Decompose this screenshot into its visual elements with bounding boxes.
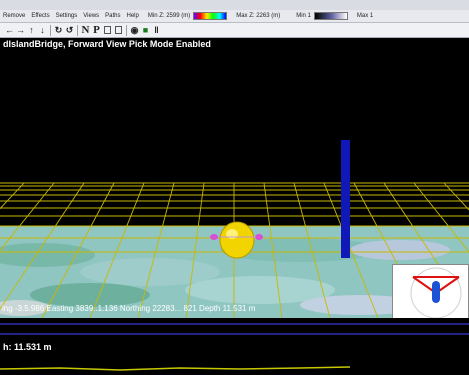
max1-label: Max 1 xyxy=(356,13,374,19)
gray-scale-gradient[interactable] xyxy=(313,12,348,20)
min-z-label: Min Z: 2599 (m) xyxy=(147,13,191,19)
app-window: Remove Effects Settings Views Paths Help… xyxy=(0,0,469,375)
depth-profile xyxy=(0,323,469,371)
layers-icon[interactable] xyxy=(104,26,111,34)
depth-profile-panel: h: 11.531 m xyxy=(0,318,469,375)
pause-icon[interactable]: ‖ xyxy=(151,24,162,36)
depth-readout: h: 11.531 m xyxy=(3,342,52,352)
menu-settings[interactable]: Settings xyxy=(53,13,81,19)
color-scale-gradient[interactable] xyxy=(193,12,228,20)
arrow-up-icon[interactable]: ↑ xyxy=(26,24,37,36)
arrow-down-icon[interactable]: ↓ xyxy=(37,24,48,36)
view-title: dIslandBridge, Forward View Pick Mode En… xyxy=(0,38,469,50)
menu-paths[interactable]: Paths xyxy=(102,13,123,19)
north-icon[interactable]: N xyxy=(80,24,91,36)
menu-remove[interactable]: Remove xyxy=(0,13,28,19)
grid-icon[interactable] xyxy=(115,26,122,34)
menu-bar: Remove Effects Settings Views Paths Help… xyxy=(0,10,469,23)
eye-icon[interactable]: ◉ xyxy=(129,24,140,36)
3d-view[interactable] xyxy=(0,50,469,318)
stop-icon[interactable]: ■ xyxy=(140,24,151,36)
pick-icon[interactable]: P xyxy=(91,24,102,36)
arrow-left-icon[interactable]: ← xyxy=(4,24,15,36)
undo-icon[interactable]: ↻ xyxy=(53,24,64,36)
marker-pole[interactable] xyxy=(341,140,350,258)
toolbar-separator xyxy=(77,24,78,36)
menu-help[interactable]: Help xyxy=(124,13,142,19)
toolbar: ← → ↑ ↓ ↻ ↺ N P ◉ ■ ‖ xyxy=(0,23,469,38)
toolbar-separator xyxy=(50,24,51,36)
position-status: ing -3.5.986 Easting 3839..1.136 Northin… xyxy=(2,304,256,313)
menu-views[interactable]: Views xyxy=(80,13,102,19)
redo-icon[interactable]: ↺ xyxy=(64,24,75,36)
min1-label: Min 1 xyxy=(296,13,311,19)
arrow-right-icon[interactable]: → xyxy=(15,24,26,36)
max-z-label: Max Z: 2263 (m) xyxy=(236,13,281,19)
menu-effects[interactable]: Effects xyxy=(28,13,52,19)
toolbar-separator xyxy=(126,24,127,36)
